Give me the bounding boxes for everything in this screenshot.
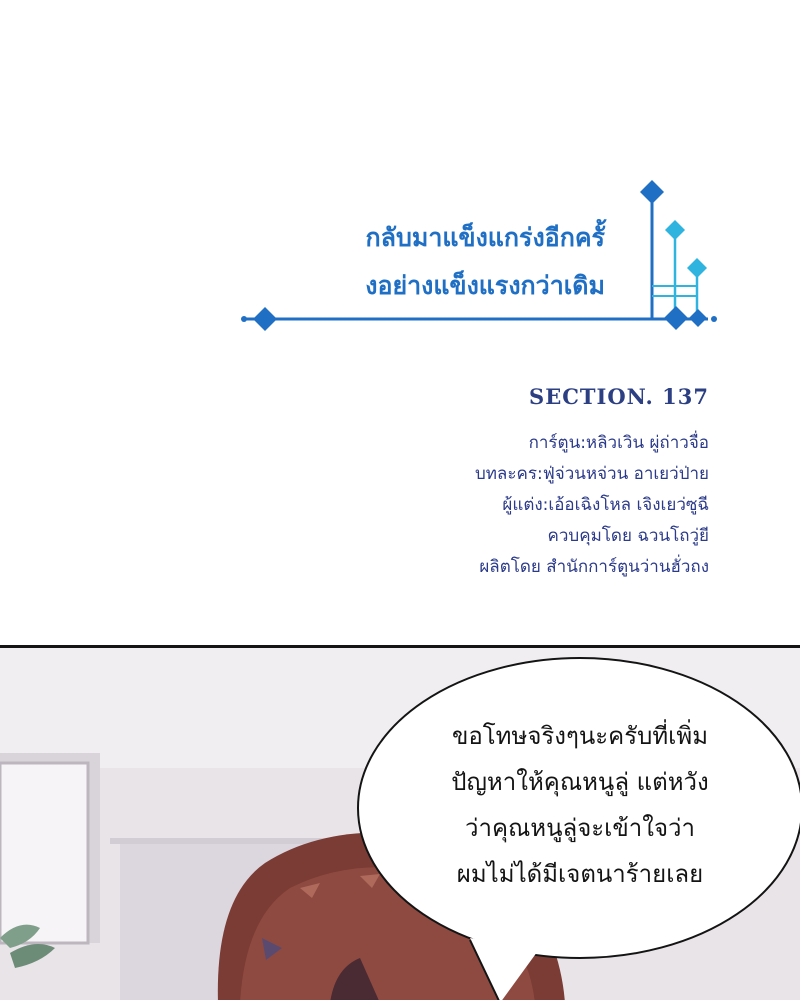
credit-line-supervisor: ควบคุมโดย ฉวนโถวู่ยี <box>547 526 710 546</box>
title-line-2: งอย่างแข็งแรงกว่าเดิม <box>365 271 605 300</box>
title-ornament <box>241 180 717 331</box>
credit-line-producer: ผลิตโดย สำนักการ์ตูนว่านฮั่วถง <box>479 557 709 577</box>
credit-line-artist: การ์ตูน:หลิวเวิน ผู่ถ่าวจื่อ <box>528 433 709 453</box>
section-number: SECTION. 137 <box>529 384 709 409</box>
speech-line-4: ผมไม่ได้มีเจตนาร้ายเลย <box>456 860 704 888</box>
speech-bubble-text: ขอโทษจริงๆนะครับที่เพิ่ม ปัญหาให้คุณหนูล… <box>380 713 780 897</box>
title-line-1: กลับมาแข็งแกร่งอีกครั้ <box>365 223 605 252</box>
speech-line-2: ปัญหาให้คุณหนูลู่ แต่หวัง <box>451 768 709 796</box>
credits-list: การ์ตูน:หลิวเวิน ผู่ถ่าวจื่อ บทละคร:ฟู่จ… <box>475 428 709 583</box>
credit-line-script: บทละคร:ฟู่จ่วนหจ่วน อาเยว่ป่าย <box>474 464 709 484</box>
speech-line-3: ว่าคุณหนูลู่จะเข้าใจว่า <box>465 814 695 842</box>
title-banner: กลับมาแข็งแกร่งอีกครั้ งอย่างแข็งแรงกว่า… <box>240 178 720 338</box>
credit-line-author: ผู้แต่ง:เอ้อเฉิงโหล เจิงเยว่ซูฉี <box>502 495 709 515</box>
speech-line-1: ขอโทษจริงๆนะครับที่เพิ่ม <box>451 722 709 750</box>
comic-panel: ขอโทษจริงๆนะครับที่เพิ่ม ปัญหาให้คุณหนูล… <box>0 645 800 1000</box>
